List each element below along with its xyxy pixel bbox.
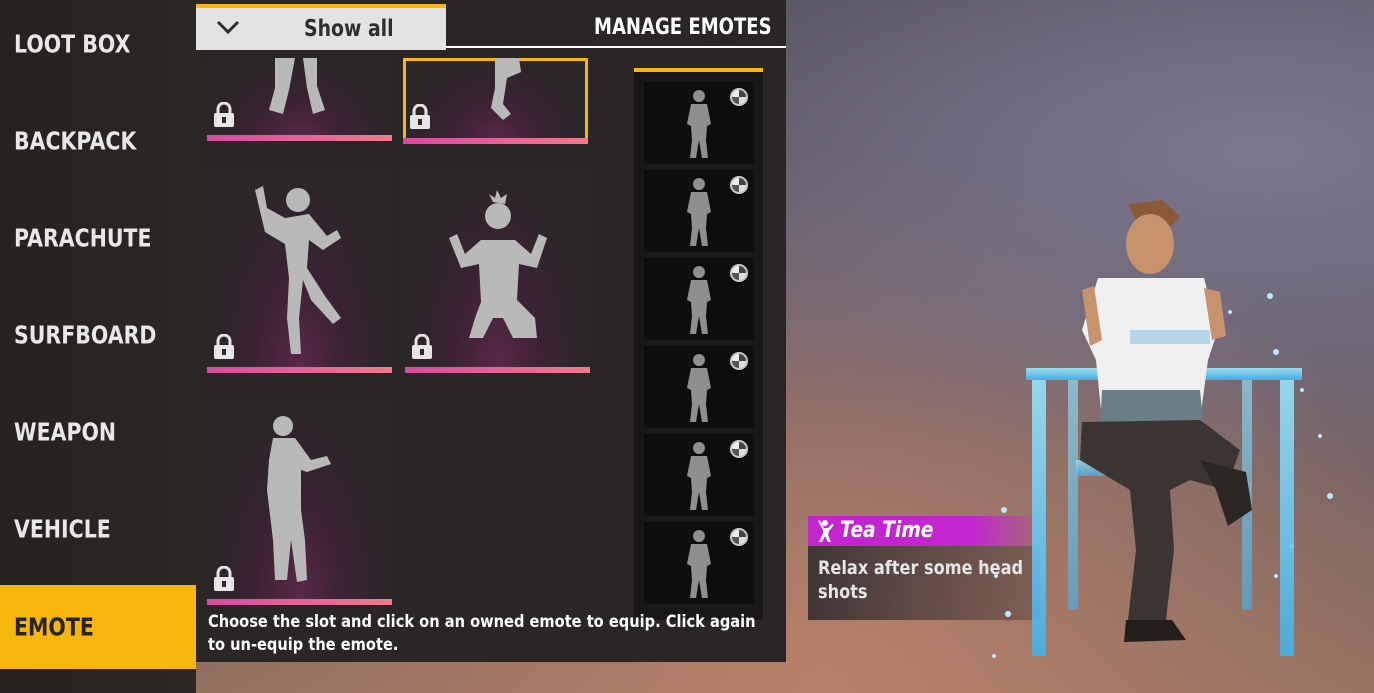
emote-slot[interactable] — [644, 82, 754, 164]
emote-card[interactable] — [207, 400, 392, 605]
character-preview — [992, 200, 1333, 658]
lock-icon — [214, 102, 234, 127]
sidebar-item-label: WEAPON — [14, 417, 117, 447]
lock-icon — [412, 334, 432, 359]
rarity-bar — [207, 599, 392, 605]
divider — [446, 46, 786, 48]
sidebar-item-label: VEHICLE — [14, 514, 111, 544]
sidebar-item-label: LOOT BOX — [14, 29, 131, 59]
emote-slot[interactable] — [644, 258, 754, 340]
emote-card[interactable] — [207, 168, 392, 373]
slots-accent-bar — [634, 68, 763, 72]
disc-icon — [730, 528, 748, 546]
emote-slot[interactable] — [644, 522, 754, 604]
emote-slot[interactable] — [644, 434, 754, 516]
sidebar-item-label: SURFBOARD — [14, 320, 157, 350]
character-figure — [1080, 200, 1252, 642]
sidebar-item-loot-box[interactable]: LOOT BOX — [0, 2, 196, 86]
lock-icon — [214, 566, 234, 591]
lock-icon — [214, 334, 234, 359]
help-text: Choose the slot and click on an owned em… — [208, 612, 756, 655]
category-sidebar: LOOT BOX BACKPACK PARACHUTE SURFBOARD WE… — [0, 0, 196, 693]
emote-slot[interactable] — [644, 170, 754, 252]
sidebar-item-label: EMOTE — [14, 612, 94, 642]
sidebar-item-backpack[interactable]: BACKPACK — [0, 99, 196, 183]
show-all-label: Show all — [304, 16, 394, 42]
rarity-bar — [207, 135, 392, 141]
rarity-bar — [403, 138, 588, 144]
sidebar-item-vehicle[interactable]: VEHICLE — [0, 487, 196, 571]
emote-card[interactable] — [405, 168, 590, 373]
emote-card[interactable] — [207, 58, 392, 141]
sidebar-item-label: BACKPACK — [14, 126, 137, 156]
emote-name: Tea Time — [840, 518, 934, 543]
sidebar-item-surfboard[interactable]: SURFBOARD — [0, 293, 196, 377]
disc-icon — [730, 440, 748, 458]
sidebar-item-emote[interactable]: EMOTE — [0, 585, 196, 669]
show-all-dropdown[interactable]: Show all — [196, 4, 446, 50]
rarity-bar — [207, 367, 392, 373]
emote-topbar: Show all MANAGE EMOTES — [196, 4, 786, 50]
emote-card-selected[interactable] — [403, 58, 588, 144]
sidebar-item-parachute[interactable]: PARACHUTE — [0, 196, 196, 280]
disc-icon — [730, 264, 748, 282]
manage-emotes-title: MANAGE EMOTES — [594, 15, 772, 40]
rarity-bar — [405, 367, 590, 373]
disc-icon — [730, 352, 748, 370]
sidebar-item-label: PARACHUTE — [14, 223, 152, 253]
disc-icon — [730, 88, 748, 106]
equip-slots — [634, 68, 763, 620]
emote-slot[interactable] — [644, 346, 754, 428]
chevron-down-icon — [216, 20, 240, 35]
disc-icon — [730, 176, 748, 194]
lock-icon — [410, 104, 430, 129]
sidebar-item-weapon[interactable]: WEAPON — [0, 390, 196, 474]
emote-silhouette-icon — [491, 58, 521, 120]
emote-silhouette-icon — [269, 58, 325, 114]
dance-icon — [818, 520, 834, 542]
